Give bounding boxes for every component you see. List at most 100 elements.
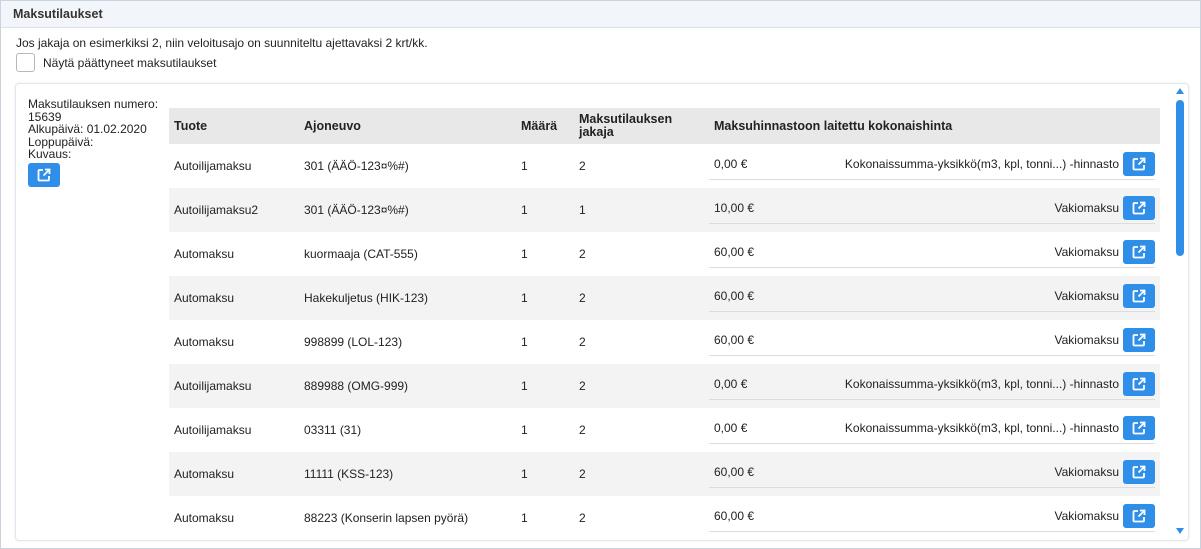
table-row: Automaksu 998899 (LOL-123) 1 2 60,00 € Vakiom… <box>169 320 1160 364</box>
open-price-list-button[interactable] <box>1123 328 1155 352</box>
external-link-icon <box>37 168 51 181</box>
price-line: 0,00 € Kokonaissumma-yksikkö(m3, kpl, ton… <box>709 149 1155 180</box>
cell-vehicle: 889988 (OMG-999) <box>304 379 409 393</box>
price-type: Kokonaissumma-yksikkö(m3, kpl, tonni...)… <box>844 157 1119 171</box>
price-line: 60,00 € Vakiomaksu <box>709 325 1155 356</box>
cell-quantity: 1 <box>521 511 528 525</box>
price-line: 60,00 € Vakiomaksu <box>709 237 1155 268</box>
external-link-icon <box>1132 201 1146 215</box>
cell-quantity: 1 <box>521 159 528 173</box>
external-link-icon <box>1132 377 1146 391</box>
cell-price: 60,00 € Vakiomaksu <box>709 452 1160 496</box>
external-link-icon <box>1132 465 1146 479</box>
show-ended-row: Näytä päättyneet maksutilaukset <box>16 53 216 72</box>
cell-price: 0,00 € Kokonaissumma-yksikkö(m3, kpl, ton… <box>709 364 1160 408</box>
open-price-list-button[interactable] <box>1123 416 1155 440</box>
cell-price: 60,00 € Vakiomaksu <box>709 496 1160 540</box>
cell-divider: 2 <box>579 511 586 525</box>
open-price-list-button[interactable] <box>1123 152 1155 176</box>
cell-quantity: 1 <box>521 335 528 349</box>
cell-product: Automaksu <box>174 511 235 525</box>
header-quantity[interactable]: Määrä <box>516 108 574 144</box>
cell-product: Automaksu <box>174 291 235 305</box>
external-link-icon <box>1132 509 1146 523</box>
table-row: Automaksu kuormaaja (CAT-555) 1 2 60,00 € Vak… <box>169 232 1160 276</box>
price-line: 0,00 € Kokonaissumma-yksikkö(m3, kpl, ton… <box>709 369 1155 400</box>
open-price-list-button[interactable] <box>1123 240 1155 264</box>
cell-price: 60,00 € Vakiomaksu <box>709 320 1160 364</box>
price-value: 60,00 € <box>714 509 755 523</box>
cell-product: Autoilijamaksu <box>174 423 252 437</box>
table-row: Automaksu 88223 (Konserin lapsen pyörä) 1 2… <box>169 496 1160 540</box>
table-row: Autoilijamaksu 301 (ÄÄÖ-123¤%#) 1 2 0,00 € Ko… <box>169 144 1160 188</box>
header-product[interactable]: Tuote <box>169 108 299 144</box>
description-label: Kuvaus: <box>28 147 72 161</box>
cell-divider: 2 <box>579 379 586 393</box>
cell-product: Autoilijamaksu <box>174 379 252 393</box>
maksutilaukset-panel: Maksutilaukset Jos jakaja on esimerkiksi… <box>0 0 1201 549</box>
price-type: Vakiomaksu <box>1054 289 1119 303</box>
table-row: Autoilijamaksu 03311 (31) 1 2 0,00 € Kokonais… <box>169 408 1160 452</box>
price-type: Vakiomaksu <box>1054 465 1119 479</box>
open-price-list-button[interactable] <box>1123 460 1155 484</box>
cell-price: 60,00 € Vakiomaksu <box>709 276 1160 320</box>
price-type: Vakiomaksu <box>1054 509 1119 523</box>
cell-product: Automaksu <box>174 335 235 349</box>
price-line: 10,00 € Vakiomaksu <box>709 193 1155 224</box>
external-link-icon <box>1132 421 1146 435</box>
table-header: Tuote Ajoneuvo Määrä Maksutilauksen jaka… <box>169 108 1160 144</box>
table-row: Autoilijamaksu 889988 (OMG-999) 1 2 0,00 € Ko… <box>169 364 1160 408</box>
cell-product: Automaksu <box>174 467 235 481</box>
external-link-icon <box>1132 289 1146 303</box>
header-vehicle[interactable]: Ajoneuvo <box>299 108 516 144</box>
open-price-list-button[interactable] <box>1123 196 1155 220</box>
order-number-label: Maksutilauksen numero: <box>28 97 159 111</box>
open-price-list-button[interactable] <box>1123 504 1155 528</box>
price-type: Kokonaissumma-yksikkö(m3, kpl, tonni...)… <box>844 377 1119 391</box>
cell-price: 60,00 € Vakiomaksu <box>709 232 1160 276</box>
price-value: 60,00 € <box>714 245 755 259</box>
price-value: 60,00 € <box>714 465 755 479</box>
open-price-list-button[interactable] <box>1123 284 1155 308</box>
order-lines-table: Tuote Ajoneuvo Määrä Maksutilauksen jaka… <box>169 108 1160 540</box>
header-price[interactable]: Maksuhinnastoon laitettu kokonaishinta <box>709 108 1160 144</box>
cell-quantity: 1 <box>521 467 528 481</box>
table-row: Autoilijamaksu2 301 (ÄÄÖ-123¤%#) 1 1 10,00 €… <box>169 188 1160 232</box>
cell-product: Autoilijamaksu <box>174 159 252 173</box>
panel-title: Maksutilaukset <box>1 1 1200 28</box>
external-link-icon <box>1132 157 1146 171</box>
show-ended-checkbox[interactable] <box>16 53 35 72</box>
open-order-button[interactable] <box>28 162 60 187</box>
price-value: 60,00 € <box>714 333 755 347</box>
price-type: Kokonaissumma-yksikkö(m3, kpl, tonni...)… <box>844 421 1119 435</box>
open-price-list-button[interactable] <box>1123 372 1155 396</box>
cell-product: Autoilijamaksu2 <box>174 203 259 217</box>
cell-divider: 2 <box>579 159 586 173</box>
header-divider[interactable]: Maksutilauksen jakaja <box>574 108 709 144</box>
price-type: Vakiomaksu <box>1054 333 1119 347</box>
cell-vehicle: 301 (ÄÄÖ-123¤%#) <box>304 159 409 173</box>
cell-vehicle: Hakekuljetus (HIK-123) <box>304 291 429 305</box>
cell-vehicle: 301 (ÄÄÖ-123¤%#) <box>304 203 409 217</box>
scrollbar-thumb[interactable] <box>1176 100 1184 256</box>
cell-quantity: 1 <box>521 291 528 305</box>
price-value: 0,00 € <box>714 157 748 171</box>
table-row: Automaksu 11111 (KSS-123) 1 2 60,00 € Vakioma… <box>169 452 1160 496</box>
price-value: 60,00 € <box>714 289 755 303</box>
cell-price: 0,00 € Kokonaissumma-yksikkö(m3, kpl, ton… <box>709 408 1160 452</box>
cell-product: Automaksu <box>174 247 235 261</box>
scroll-up-arrow-icon[interactable] <box>1176 88 1184 94</box>
scrollbar[interactable] <box>1173 84 1187 540</box>
info-text: Jos jakaja on esimerkiksi 2, niin veloit… <box>16 36 428 50</box>
order-card: Maksutilauksen numero: 15639 Alkupäivä: … <box>15 83 1189 541</box>
external-link-icon <box>1132 245 1146 259</box>
cell-price: 10,00 € Vakiomaksu <box>709 188 1160 232</box>
cell-quantity: 1 <box>521 379 528 393</box>
cell-vehicle: 998899 (LOL-123) <box>304 335 403 349</box>
cell-divider: 2 <box>579 467 586 481</box>
cell-vehicle: 03311 (31) <box>304 423 362 437</box>
cell-quantity: 1 <box>521 247 528 261</box>
start-date: Alkupäivä: 01.02.2020 <box>28 122 147 136</box>
cell-quantity: 1 <box>521 423 528 437</box>
scroll-down-arrow-icon[interactable] <box>1176 528 1184 534</box>
